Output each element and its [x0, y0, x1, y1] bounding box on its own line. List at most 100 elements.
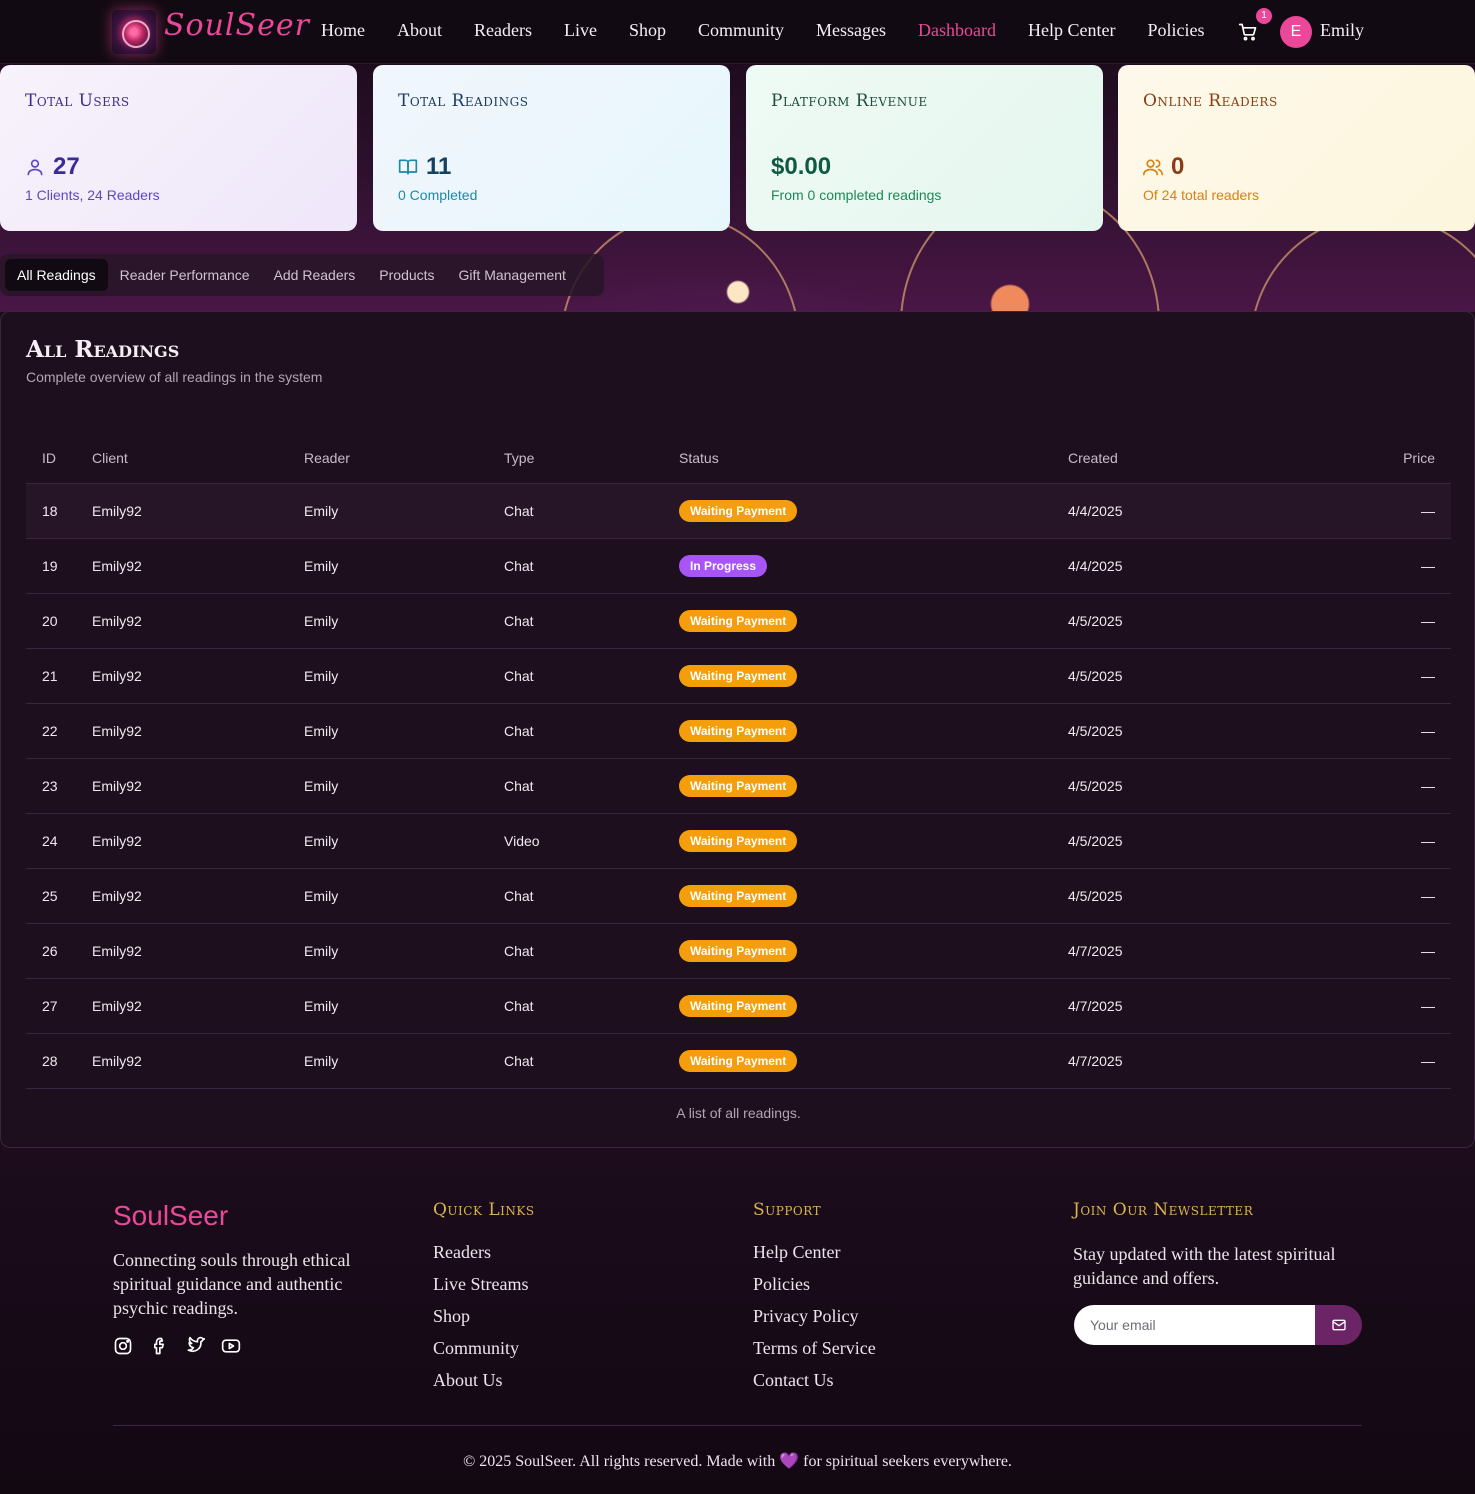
tab-reader-performance[interactable]: Reader Performance: [108, 259, 262, 291]
dashboard-tabs: All Readings Reader Performance Add Read…: [0, 254, 604, 296]
cell-price: —: [1421, 833, 1435, 849]
status-badge: Waiting Payment: [679, 995, 798, 1017]
cell-created: 4/5/2025: [1068, 668, 1123, 684]
column-header-created[interactable]: Created: [1068, 450, 1118, 484]
cell-reader: Emily: [304, 778, 339, 794]
nav-link-dashboard[interactable]: Dashboard: [918, 20, 996, 41]
cell-type: Chat: [504, 998, 534, 1014]
cell-created: 4/7/2025: [1068, 1053, 1123, 1069]
newsletter-submit-button[interactable]: [1315, 1305, 1362, 1345]
footer-link-community[interactable]: Community: [433, 1338, 528, 1370]
cell-id: 20: [42, 613, 58, 629]
cell-price: —: [1421, 998, 1435, 1014]
cell-reader: Emily: [304, 943, 339, 959]
youtube-icon[interactable]: [221, 1336, 241, 1356]
cell-client: Emily92: [92, 613, 142, 629]
cell-client: Emily92: [92, 723, 142, 739]
tab-all-readings[interactable]: All Readings: [5, 259, 108, 291]
stat-subtext: From 0 completed readings: [771, 187, 942, 203]
footer-link-shop[interactable]: Shop: [433, 1306, 528, 1338]
user-name[interactable]: Emily: [1320, 20, 1364, 41]
footer-link-policies[interactable]: Policies: [753, 1274, 876, 1306]
table-row[interactable]: 27 Emily92 Emily Chat Waiting Payment 4/7/202…: [26, 979, 1451, 1034]
table-row[interactable]: 20 Emily92 Emily Chat Waiting Payment 4/5/202…: [26, 594, 1451, 649]
table-row[interactable]: 25 Emily92 Emily Chat Waiting Payment 4/5/202…: [26, 869, 1451, 924]
nav-link-policies[interactable]: Policies: [1147, 20, 1204, 41]
social-links: [113, 1336, 241, 1356]
cart-count-badge: 1: [1256, 8, 1272, 24]
cell-created: 4/5/2025: [1068, 833, 1123, 849]
footer-link-live-streams[interactable]: Live Streams: [433, 1274, 528, 1306]
nav-link-shop[interactable]: Shop: [629, 20, 666, 41]
table-row[interactable]: 19 Emily92 Emily Chat In Progress 4/4/2025 —: [26, 539, 1451, 594]
cell-reader: Emily: [304, 503, 339, 519]
table-row[interactable]: 22 Emily92 Emily Chat Waiting Payment 4/5/202…: [26, 704, 1451, 759]
column-header-client[interactable]: Client: [92, 450, 128, 484]
cell-reader: Emily: [304, 558, 339, 574]
footer-link-about-us[interactable]: About Us: [433, 1370, 528, 1402]
cell-status: Waiting Payment: [679, 649, 798, 703]
tab-add-readers[interactable]: Add Readers: [262, 259, 368, 291]
column-header-status[interactable]: Status: [679, 450, 719, 484]
cell-created: 4/5/2025: [1068, 888, 1123, 904]
twitter-icon[interactable]: [185, 1336, 205, 1356]
footer-description: Connecting souls through ethical spiritu…: [113, 1250, 351, 1318]
cell-id: 24: [42, 833, 58, 849]
footer-link-terms[interactable]: Terms of Service: [753, 1338, 876, 1370]
cell-status: Waiting Payment: [679, 979, 798, 1033]
table-header: ID Client Reader Type Status Created Pri…: [26, 450, 1451, 484]
cell-id: 27: [42, 998, 58, 1014]
column-header-reader[interactable]: Reader: [304, 450, 350, 484]
cell-status: In Progress: [679, 539, 768, 593]
logo-text[interactable]: SoulSeer: [164, 8, 310, 43]
column-header-id[interactable]: ID: [42, 450, 56, 484]
cell-id: 22: [42, 723, 58, 739]
cell-status: Waiting Payment: [679, 759, 798, 813]
cell-price: —: [1421, 503, 1435, 519]
nav-link-readers[interactable]: Readers: [474, 20, 532, 41]
newsletter-email-input[interactable]: [1074, 1305, 1316, 1345]
all-readings-panel: All Readings Complete overview of all re…: [0, 311, 1475, 1148]
table-row[interactable]: 18 Emily92 Emily Chat Waiting Payment 4/4/202…: [26, 484, 1451, 539]
status-badge: Waiting Payment: [679, 885, 798, 907]
nav-link-home[interactable]: Home: [321, 20, 365, 41]
status-badge: Waiting Payment: [679, 940, 798, 962]
copyright-text: © 2025 SoulSeer. All rights reserved. Ma…: [463, 1453, 776, 1470]
table-row[interactable]: 21 Emily92 Emily Chat Waiting Payment 4/5/202…: [26, 649, 1451, 704]
stat-card-total-users: Total Users 27 1 Clients, 24 Readers: [0, 65, 357, 231]
footer-link-contact-us[interactable]: Contact Us: [753, 1370, 876, 1402]
tab-products[interactable]: Products: [367, 259, 446, 291]
nav-link-help-center[interactable]: Help Center: [1028, 20, 1115, 41]
top-nav: SoulSeer Home About Readers Live Shop Co…: [0, 0, 1475, 64]
avatar[interactable]: E: [1280, 16, 1312, 48]
footer-link-privacy-policy[interactable]: Privacy Policy: [753, 1306, 876, 1338]
table-row[interactable]: 28 Emily92 Emily Chat Waiting Payment 4/7/202…: [26, 1034, 1451, 1089]
nav-link-messages[interactable]: Messages: [816, 20, 886, 41]
logo-icon[interactable]: [112, 10, 156, 54]
nav-link-live[interactable]: Live: [564, 20, 597, 41]
nav-link-community[interactable]: Community: [698, 20, 784, 41]
stat-title: Platform Revenue: [771, 91, 928, 111]
cell-client: Emily92: [92, 668, 142, 684]
cell-status: Waiting Payment: [679, 594, 798, 648]
stat-title: Online Readers: [1143, 91, 1278, 111]
facebook-icon[interactable]: [149, 1336, 169, 1356]
column-header-type[interactable]: Type: [504, 450, 534, 484]
table-row[interactable]: 26 Emily92 Emily Chat Waiting Payment 4/7/202…: [26, 924, 1451, 979]
cell-type: Chat: [504, 723, 534, 739]
footer-brand[interactable]: SoulSeer: [113, 1200, 228, 1232]
tab-gift-management[interactable]: Gift Management: [447, 259, 578, 291]
cart-icon[interactable]: [1238, 22, 1258, 42]
column-header-price[interactable]: Price: [1403, 450, 1435, 484]
footer-link-help-center[interactable]: Help Center: [753, 1242, 876, 1274]
table-row[interactable]: 23 Emily92 Emily Chat Waiting Payment 4/5/202…: [26, 759, 1451, 814]
table-row[interactable]: 24 Emily92 Emily Video Waiting Payment 4/5/20…: [26, 814, 1451, 869]
table-caption: A list of all readings.: [676, 1105, 801, 1121]
footer-link-readers[interactable]: Readers: [433, 1242, 528, 1274]
stat-card-total-readings: Total Readings 11 0 Completed: [373, 65, 730, 231]
instagram-icon[interactable]: [113, 1336, 133, 1356]
cell-type: Chat: [504, 668, 534, 684]
quick-links-list: Readers Live Streams Shop Community Abou…: [433, 1242, 528, 1402]
cell-created: 4/7/2025: [1068, 943, 1123, 959]
nav-link-about[interactable]: About: [397, 20, 442, 41]
